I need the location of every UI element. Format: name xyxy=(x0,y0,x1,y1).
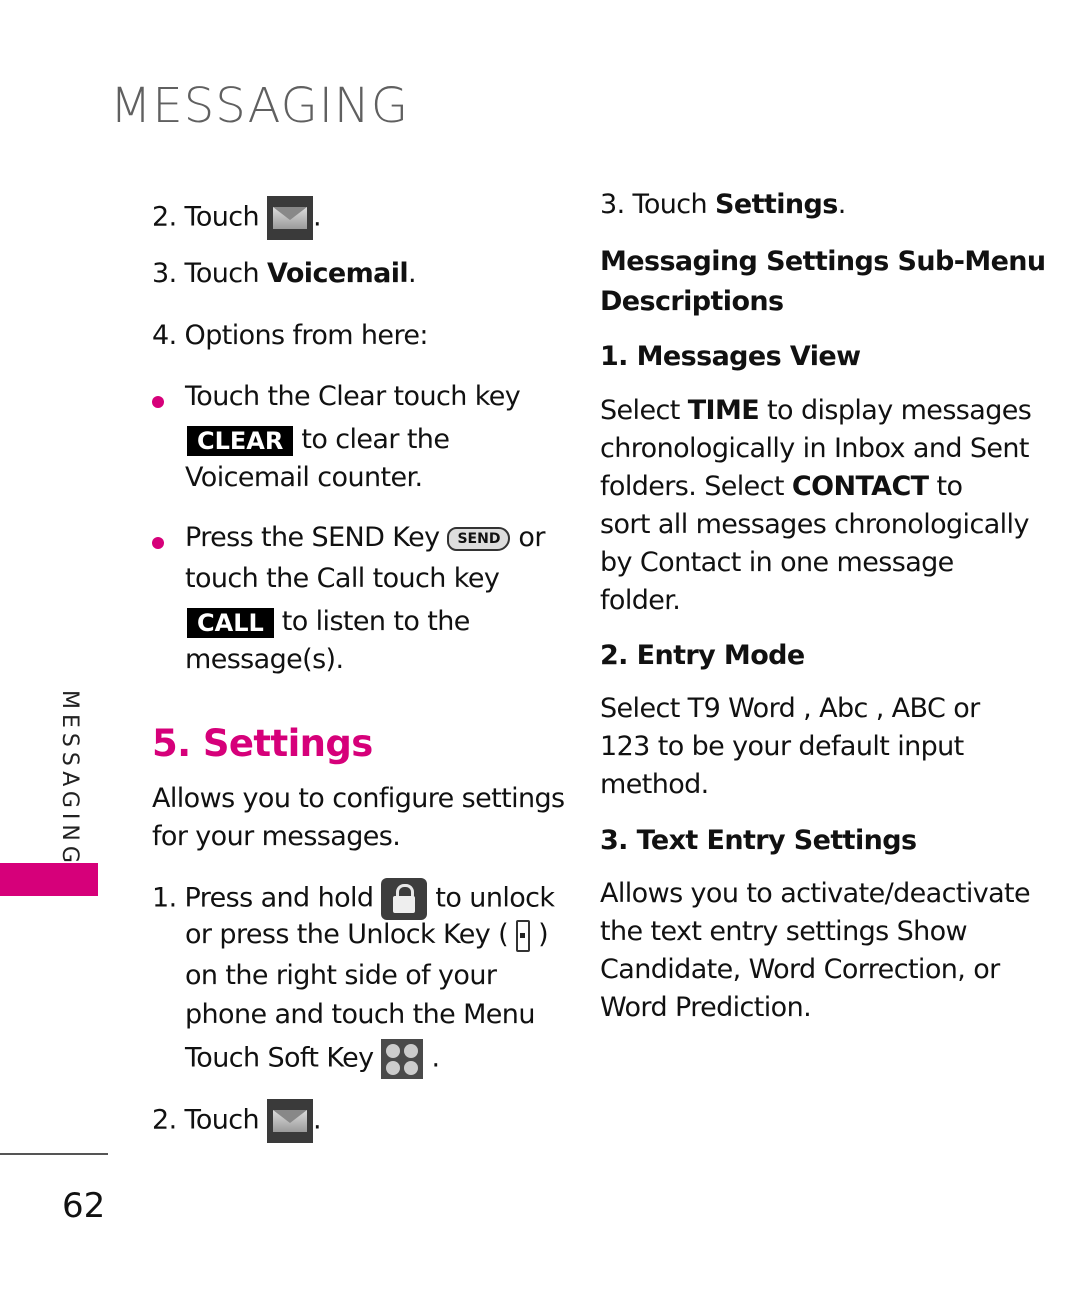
bullet1-line3: Voicemail counter. xyxy=(185,462,423,493)
desc-text: chronologically in Inbox and Sent xyxy=(600,433,1030,464)
settings-desc-line2: for your messages. xyxy=(152,821,401,852)
desc-text: folder. xyxy=(600,585,681,616)
step-text: Touch Soft Key xyxy=(185,1042,374,1074)
voicemail-label: Voicemail xyxy=(267,258,409,289)
step-4: 4. Options from here: xyxy=(152,320,428,351)
settings-step1-line3: on the right side of your xyxy=(185,960,497,991)
submenu-item-title: 2. Entry Mode xyxy=(600,640,805,671)
step-text: 3. Touch xyxy=(600,189,708,220)
bullet2-line2: touch the Call touch key xyxy=(185,563,500,594)
step-text: Options from here: xyxy=(184,320,429,351)
submenu-item-desc-line: chronologically in Inbox and Sent xyxy=(600,433,1030,464)
bullet2-text: Press the SEND Key xyxy=(185,522,440,553)
desc-text: method. xyxy=(600,769,709,800)
settings-desc-line1: Allows you to configure settings xyxy=(152,783,565,814)
step-number: 2. xyxy=(152,201,177,233)
desc-text: Allows you to activate/deactivate xyxy=(600,878,1031,909)
bullet2-text-or: or xyxy=(518,522,545,553)
bullet1-text: to clear the xyxy=(301,424,450,455)
step-2-top: 2. Touch . xyxy=(152,196,322,240)
desc-text: the text entry settings Show xyxy=(600,916,968,947)
desc-text: to xyxy=(928,471,963,502)
page-title: MESSAGING xyxy=(110,78,410,134)
settings-step1-line1: 1. Press and hold to unlock xyxy=(152,878,555,920)
lock-icon xyxy=(381,878,428,920)
bullet2-line1: Press the SEND Key SEND or xyxy=(185,522,545,553)
step-period: . xyxy=(313,201,322,233)
call-key-icon: CALL xyxy=(187,607,274,638)
messaging-envelope-icon xyxy=(267,196,314,240)
submenu-item-desc-line: folder. xyxy=(600,585,681,616)
submenu-item-desc-line: Select TIME to display messages xyxy=(600,395,1032,426)
desc-text: by Contact in one message xyxy=(600,547,954,578)
desc-text: sort all messages chronologically xyxy=(600,509,1029,540)
option-keyword: TIME xyxy=(687,395,760,426)
side-section-label: MESSAGING xyxy=(57,690,82,868)
desc-text: Candidate, Word Correction, or xyxy=(600,954,1000,985)
desc-text: folders. Select xyxy=(600,471,792,502)
step-text: Press and hold xyxy=(184,882,375,914)
bullet-icon xyxy=(152,537,164,549)
step-number: 3. xyxy=(152,258,177,289)
step-number: 2. xyxy=(152,1104,177,1136)
right-step3: 3. Touch Settings. xyxy=(600,189,846,220)
desc-text: Select T9 Word , Abc , ABC or xyxy=(600,693,980,724)
bullet2-text: to listen to the xyxy=(281,606,471,637)
settings-step1-line2: or press the Unlock Key ( ) xyxy=(185,919,549,952)
submenu-heading-line1: Messaging Settings Sub-Menu xyxy=(600,246,1046,277)
section-tab-marker xyxy=(0,863,98,896)
step-period: . xyxy=(313,1104,322,1136)
desc-text: Select xyxy=(600,395,688,426)
step-number: 1. xyxy=(152,882,177,914)
submenu-heading-line2: Descriptions xyxy=(600,286,784,317)
send-key-icon: SEND xyxy=(447,526,511,551)
submenu-item-desc-line: the text entry settings Show xyxy=(600,916,968,947)
step-text: to unlock xyxy=(435,882,555,914)
submenu-item-title: 3. Text Entry Settings xyxy=(600,825,917,856)
submenu-item-desc-line: Candidate, Word Correction, or xyxy=(600,954,1000,985)
bullet2-line4: message(s). xyxy=(185,644,344,675)
step-period: . xyxy=(408,258,417,289)
submenu-item-desc-line: 123 to be your default input xyxy=(600,731,964,762)
submenu-item-desc-line: folders. Select CONTACT to xyxy=(600,471,963,502)
clear-key-icon: CLEAR xyxy=(187,425,294,456)
step-period: . xyxy=(837,189,847,220)
step-text: Touch xyxy=(184,258,260,289)
step-text: ) xyxy=(538,919,549,950)
step-3-top: 3. Touch Voicemail. xyxy=(152,258,417,289)
step-period: . xyxy=(431,1042,440,1074)
step-text: or press the Unlock Key ( xyxy=(185,919,509,950)
desc-text: to display messages xyxy=(759,395,1032,426)
bullet-icon xyxy=(152,396,164,408)
step-text: Touch xyxy=(184,1104,260,1136)
unlock-key-icon xyxy=(516,919,531,952)
submenu-item-desc-line: Allows you to activate/deactivate xyxy=(600,878,1031,909)
page-number: 62 xyxy=(62,1186,106,1226)
bullet2-line3: CALL to listen to the xyxy=(187,606,470,638)
step-number: 4. xyxy=(152,320,177,351)
submenu-item-desc-line: method. xyxy=(600,769,709,800)
settings-step1-line4: phone and touch the Menu xyxy=(185,999,535,1030)
desc-text: 123 to be your default input xyxy=(600,731,964,762)
messaging-envelope-icon xyxy=(267,1099,314,1143)
submenu-item-desc-line: Select T9 Word , Abc , ABC or xyxy=(600,693,980,724)
submenu-item-desc-line: Word Prediction. xyxy=(600,992,812,1023)
desc-text: Word Prediction. xyxy=(600,992,812,1023)
submenu-item-desc-line: sort all messages chronologically xyxy=(600,509,1029,540)
submenu-item-desc-line: by Contact in one message xyxy=(600,547,954,578)
settings-label: Settings xyxy=(715,189,838,220)
menu-grid-icon xyxy=(381,1039,424,1079)
submenu-item-title: 1. Messages View xyxy=(600,341,861,372)
option-keyword: CONTACT xyxy=(791,471,929,502)
footer-rule xyxy=(0,1153,108,1155)
settings-heading: 5. Settings xyxy=(152,722,373,765)
settings-step2: 2. Touch . xyxy=(152,1099,322,1143)
bullet1-line2: CLEAR to clear the xyxy=(187,424,450,456)
bullet1-line1: Touch the Clear touch key xyxy=(185,381,521,412)
step-text: Touch xyxy=(184,201,260,233)
settings-step1-line5: Touch Soft Key . xyxy=(185,1039,440,1079)
